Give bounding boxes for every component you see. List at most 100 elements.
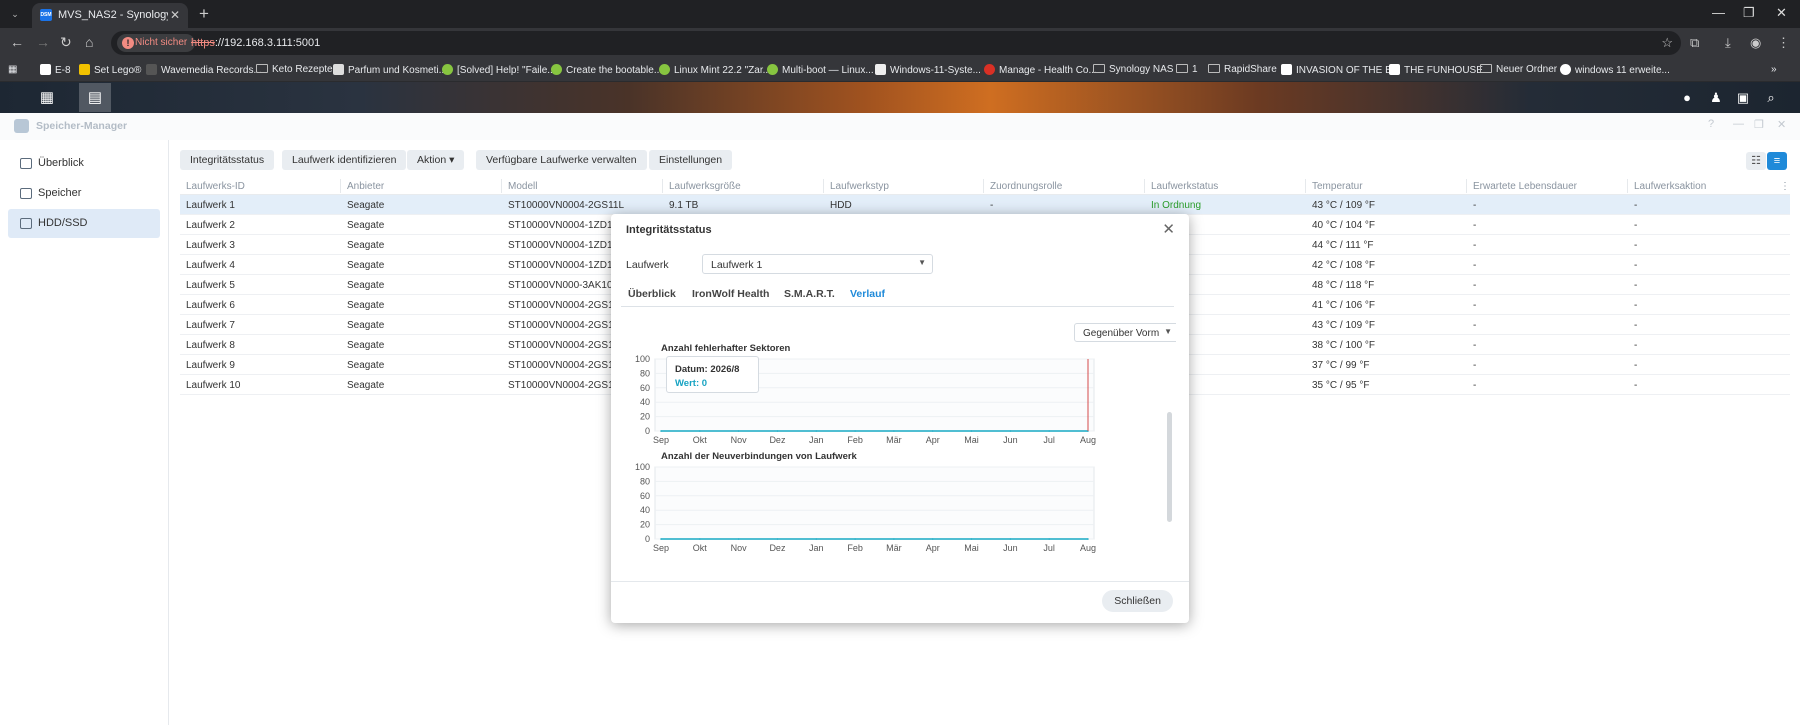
bookmark-item[interactable]: THE FUNHOUSE xyxy=(1389,64,1483,76)
tab-smart[interactable]: S.M.A.R.T. xyxy=(784,288,835,300)
browser-menu-icon[interactable]: ⋮ xyxy=(1777,35,1790,51)
y-tick-label: 20 xyxy=(640,520,650,530)
bookmark-item[interactable]: Synology NAS xyxy=(1093,64,1173,75)
column-header[interactable]: Anbieter xyxy=(347,181,384,192)
user-icon[interactable]: ♟ xyxy=(1706,88,1726,108)
action-dropdown-button[interactable]: Aktion ▾ xyxy=(407,150,465,170)
scrollbar-thumb[interactable] xyxy=(1167,412,1172,522)
restore-icon[interactable]: ❐ xyxy=(1743,5,1755,21)
home-icon[interactable]: ⌂ xyxy=(85,34,93,50)
window-title-bar: Speicher-Manager ? — ❐ ✕ xyxy=(0,113,1800,140)
close-window-icon[interactable]: ✕ xyxy=(1776,5,1787,21)
bookmark-item[interactable]: Linux Mint 22.2 "Zar... xyxy=(659,64,771,76)
tab-search-icon[interactable]: ⌄ xyxy=(7,6,23,22)
widgets-icon[interactable]: ▣ xyxy=(1733,88,1753,108)
bookmark-item[interactable]: windows 11 erweite... xyxy=(1560,64,1670,76)
column-header[interactable]: Laufwerkstyp xyxy=(830,181,889,192)
bookmark-item[interactable]: Multi-boot — Linux... xyxy=(767,64,874,76)
manage-drives-button[interactable]: Verfügbare Laufwerke verwalten xyxy=(476,150,647,170)
more-bookmarks-icon[interactable]: » xyxy=(1771,64,1777,75)
column-header[interactable]: Erwartete Lebensdauer xyxy=(1473,181,1577,192)
tab-ironwolf-health[interactable]: IronWolf Health xyxy=(692,288,769,300)
column-menu-icon[interactable]: ⋮ xyxy=(1780,181,1790,192)
bookmark-item[interactable]: INVASION OF THE B... xyxy=(1281,64,1400,76)
comparison-select-value: Gegenüber Vorm xyxy=(1083,328,1160,339)
table-cell-id: Laufwerk 3 xyxy=(186,240,235,251)
column-header[interactable]: Zuordnungsrolle xyxy=(990,181,1062,192)
tab-ueberblick[interactable]: Überblick xyxy=(628,288,676,300)
bookmark-item[interactable]: Keto Rezepte xyxy=(256,64,333,75)
health-status-button[interactable]: Integritätsstatus xyxy=(180,150,275,170)
table-cell-life: - xyxy=(1473,200,1477,211)
new-tab-icon[interactable]: + xyxy=(199,4,209,24)
bookmark-item[interactable]: [Solved] Help! "Faile... xyxy=(442,64,556,76)
column-header[interactable]: Laufwerks-ID xyxy=(186,181,245,192)
bookmark-star-icon[interactable]: ☆ xyxy=(1661,35,1673,51)
reload-icon[interactable]: ↻ xyxy=(60,34,72,51)
storage-manager-taskbar-icon[interactable]: ▤ xyxy=(79,83,111,112)
bookmark-item[interactable]: Parfum und Kosmeti... xyxy=(333,64,447,76)
forward-icon[interactable]: → xyxy=(36,34,50,50)
chat-icon[interactable]: ● xyxy=(1677,88,1697,108)
sidebar: Überblick Speicher HDD/SSD xyxy=(0,140,169,725)
column-header[interactable]: Modell xyxy=(508,181,537,192)
profile-icon[interactable]: ◉ xyxy=(1750,35,1761,51)
identify-drive-button[interactable]: Laufwerk identifizieren xyxy=(282,150,407,170)
security-warning-chip[interactable]: Nicht sicher xyxy=(117,34,196,52)
help-icon[interactable]: ? xyxy=(1708,118,1714,130)
y-tick-label: 60 xyxy=(640,383,650,393)
settings-button[interactable]: Einstellungen xyxy=(649,150,733,170)
x-tick-label: Jun xyxy=(1003,543,1018,553)
x-tick-label: Apr xyxy=(926,435,940,445)
x-tick-label: Okt xyxy=(693,435,708,445)
mint-icon xyxy=(442,64,453,75)
reconnections-chart[interactable]: 0 20 40 60 80 100 Sep Okt Nov Dez Jan Feb Mär Apr Mai J… xyxy=(621,459,1176,559)
tooltip-value: Wert: 0 xyxy=(675,378,708,389)
table-view-icon[interactable]: ≡ xyxy=(1767,152,1787,170)
downloads-icon[interactable]: ⤓ xyxy=(1725,35,1731,51)
close-button[interactable]: Schließen xyxy=(1102,590,1173,612)
comparison-select[interactable]: Gegenüber Vorm ▼ xyxy=(1074,323,1176,342)
x-tick-label: Feb xyxy=(847,543,863,553)
column-header[interactable]: Temperatur xyxy=(1312,181,1363,192)
bookmark-item[interactable]: Neuer Ordner xyxy=(1480,64,1557,75)
window-title: Speicher-Manager xyxy=(36,120,128,132)
sidebar-item-label: HDD/SSD xyxy=(38,217,88,229)
extensions-icon[interactable]: ⧉ xyxy=(1690,35,1699,51)
history-scroll-area[interactable]: Gegenüber Vorm ▼ Anzahl fehlerhafter Sek… xyxy=(621,307,1176,581)
bookmark-item[interactable]: Set Lego® xyxy=(79,64,141,76)
dialog-close-icon[interactable]: ✕ xyxy=(1162,220,1175,238)
window-minimize-icon[interactable]: — xyxy=(1733,118,1744,130)
column-header[interactable]: Laufwerksgröße xyxy=(669,181,741,192)
sidebar-item-ueberblick[interactable]: Überblick xyxy=(8,149,160,178)
address-bar[interactable]: Nicht sicher https://192.168.3.111:5001 … xyxy=(111,31,1681,55)
data-point xyxy=(815,538,818,540)
bookmark-item[interactable]: Create the bootable... xyxy=(551,64,662,76)
bookmark-item[interactable]: Wavemedia Records... xyxy=(146,64,262,76)
x-tick-label: Dez xyxy=(769,543,786,553)
back-icon[interactable]: ← xyxy=(10,34,24,50)
sidebar-item-speicher[interactable]: Speicher xyxy=(8,179,160,208)
browser-tab[interactable]: DSM MVS_NAS2 - Synology DiskStation ✕ xyxy=(32,3,188,28)
drive-select[interactable]: Laufwerk 1 ▼ xyxy=(702,254,933,274)
bookmark-item[interactable]: Manage - Health Co... xyxy=(984,64,1097,76)
window-maximize-icon[interactable]: ❐ xyxy=(1754,118,1764,131)
tab-verlauf[interactable]: Verlauf xyxy=(850,288,885,300)
main-menu-icon[interactable]: ▦ xyxy=(31,83,63,112)
sidebar-item-hdd-ssd[interactable]: HDD/SSD xyxy=(8,209,160,238)
bookmark-item[interactable]: 1 xyxy=(1176,64,1198,75)
column-header[interactable]: Laufwerkstatus xyxy=(1151,181,1218,192)
table-row[interactable]: Laufwerk 1 Seagate ST10000VN0004-2GS11L 9.1… xyxy=(180,195,1790,215)
bookmark-item[interactable]: E-8 xyxy=(40,64,71,76)
list-view-icon[interactable]: ☷ xyxy=(1746,152,1766,170)
minimize-icon[interactable]: — xyxy=(1712,5,1725,20)
search-icon[interactable]: ⌕ xyxy=(1761,88,1781,108)
table-cell-id: Laufwerk 2 xyxy=(186,220,235,231)
overview-icon xyxy=(20,158,32,169)
window-close-icon[interactable]: ✕ xyxy=(1777,118,1786,131)
tab-close-icon[interactable]: ✕ xyxy=(170,8,180,22)
apps-icon[interactable]: ▦ xyxy=(8,64,17,75)
column-header[interactable]: Laufwerksaktion xyxy=(1634,181,1706,192)
bookmark-item[interactable]: RapidShare xyxy=(1208,64,1277,75)
bookmark-item[interactable]: Windows-11-Syste... xyxy=(875,64,981,76)
